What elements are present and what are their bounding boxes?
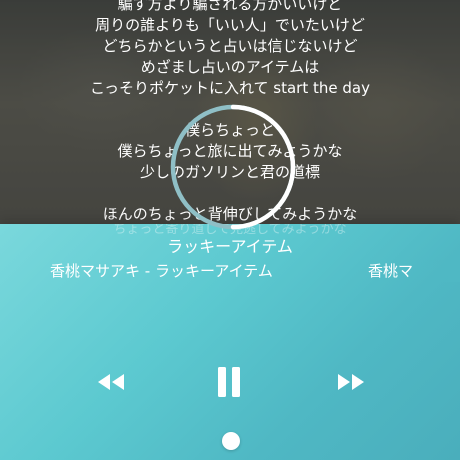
marquee-text-repeat: 香桃マ bbox=[368, 262, 414, 280]
now-playing-panel: ちょっと寄り道して見逃してみようかな ラッキーアイテム 香桃マサアキ - ラッキ… bbox=[0, 224, 460, 460]
marquee-text: 香桃マサアキ - ラッキーアイテム bbox=[50, 262, 273, 280]
lyric-line: めざまし占いのアイテムは bbox=[140, 58, 320, 76]
music-player-screen: 騙す方より騙される方がいいけど 周りの誰よりも「いい人」でいたいけど どちらかと… bbox=[0, 0, 460, 460]
progress-ring[interactable] bbox=[158, 92, 308, 242]
artist-title-marquee: 香桃マサアキ - ラッキーアイテム 香桃マ bbox=[0, 260, 460, 282]
fast-forward-icon[interactable] bbox=[334, 370, 368, 394]
rewind-icon[interactable] bbox=[94, 370, 128, 394]
pause-icon[interactable] bbox=[209, 364, 249, 400]
marquee-fade bbox=[420, 260, 460, 282]
lyric-line: 騙す方より騙される方がいいけど bbox=[117, 0, 343, 13]
lyric-line: どちらかというと占いは信じないけど bbox=[102, 37, 358, 55]
lyric-line: 周りの誰よりも「いい人」でいたいけど bbox=[95, 16, 365, 34]
progress-ring-fill bbox=[230, 104, 296, 230]
scrub-knob[interactable] bbox=[222, 432, 240, 450]
